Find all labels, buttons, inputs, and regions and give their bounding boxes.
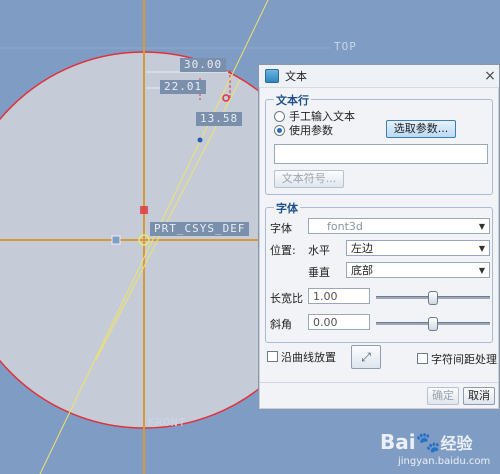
- vertical-label: 垂直: [308, 266, 330, 279]
- text-row-group: 文本行 手工输入文本 使用参数 选取参数... 文本符号...: [265, 92, 493, 195]
- slant-slider[interactable]: [376, 317, 490, 331]
- flip-direction-icon: ⤢: [361, 350, 371, 364]
- slant-input[interactable]: 0.00: [308, 314, 370, 330]
- text-value-field[interactable]: [274, 144, 488, 164]
- cancel-button[interactable]: 取消: [463, 387, 495, 405]
- use-parameter-option[interactable]: 使用参数: [274, 122, 333, 138]
- text-dialog: 文本 × 文本行 手工输入文本 使用参数 选取参数... 文本符号... 字体 …: [258, 64, 500, 410]
- aspect-ratio-input[interactable]: 1.00: [308, 288, 370, 304]
- watermark-brand-text: Bai: [380, 430, 416, 454]
- paw-icon: 🐾: [415, 430, 441, 454]
- char-spacing-label: 字符间距处理: [431, 353, 497, 366]
- front-plane-label: FRONT: [148, 416, 187, 429]
- dimension-22[interactable]: 22.01: [160, 80, 207, 94]
- horizontal-select[interactable]: 左边 ▼: [346, 240, 490, 256]
- text-symbol-button[interactable]: 文本符号...: [274, 170, 344, 188]
- chevron-down-icon: ▼: [478, 266, 485, 275]
- slant-label: 斜角: [270, 318, 292, 331]
- chevron-down-icon: ▼: [478, 244, 485, 253]
- char-spacing-checkbox[interactable]: [417, 353, 428, 364]
- use-parameter-label: 使用参数: [289, 124, 333, 137]
- watermark-url: jingyan.baidu.com: [398, 456, 491, 467]
- font-select[interactable]: font3d ▼: [308, 218, 490, 234]
- slant-slider-thumb[interactable]: [428, 317, 438, 331]
- dimension-30[interactable]: 30.00: [180, 58, 227, 72]
- horizontal-select-value: 左边: [351, 242, 373, 255]
- dialog-title: 文本: [285, 70, 307, 83]
- dialog-titlebar[interactable]: 文本 ×: [259, 65, 499, 88]
- place-along-curve-label: 沿曲线放置: [281, 351, 336, 364]
- chevron-down-icon: ▼: [478, 222, 485, 231]
- aspect-ratio-slider[interactable]: [376, 291, 490, 305]
- aspect-ratio-label: 长宽比: [270, 292, 303, 305]
- vertical-select-value: 底部: [351, 264, 373, 277]
- select-parameter-button[interactable]: 选取参数...: [386, 120, 456, 138]
- text-dialog-icon: [265, 69, 279, 83]
- text-row-group-title: 文本行: [274, 92, 311, 108]
- csys-label: PRT_CSYS_DEF: [150, 222, 250, 236]
- close-button[interactable]: ×: [481, 68, 499, 84]
- aspect-ratio-slider-thumb[interactable]: [428, 291, 438, 305]
- position-label: 位置:: [270, 244, 296, 257]
- font-group: 字体 字体 font3d ▼ 位置: 水平 左边 ▼ 垂直 底部 ▼ 长宽比 1…: [265, 200, 493, 343]
- dimension-13[interactable]: 13.58: [196, 112, 243, 126]
- place-along-curve-checkbox[interactable]: [267, 351, 278, 362]
- flip-curve-button[interactable]: ⤢: [351, 345, 381, 369]
- font-select-value: font3d: [327, 220, 363, 233]
- watermark-brand: Bai🐾经验: [380, 430, 473, 454]
- vertical-select[interactable]: 底部 ▼: [346, 262, 490, 278]
- manual-text-radio[interactable]: [274, 110, 285, 122]
- font-group-title: 字体: [274, 200, 300, 216]
- ok-button[interactable]: 确定: [427, 387, 459, 405]
- top-plane-label: TOP: [334, 40, 357, 53]
- dialog-footer: 确定 取消: [259, 382, 499, 409]
- watermark-brand-text2: 经验: [440, 434, 473, 453]
- use-parameter-radio[interactable]: [274, 124, 285, 136]
- horizontal-label: 水平: [308, 244, 330, 257]
- font-label: 字体: [270, 222, 292, 235]
